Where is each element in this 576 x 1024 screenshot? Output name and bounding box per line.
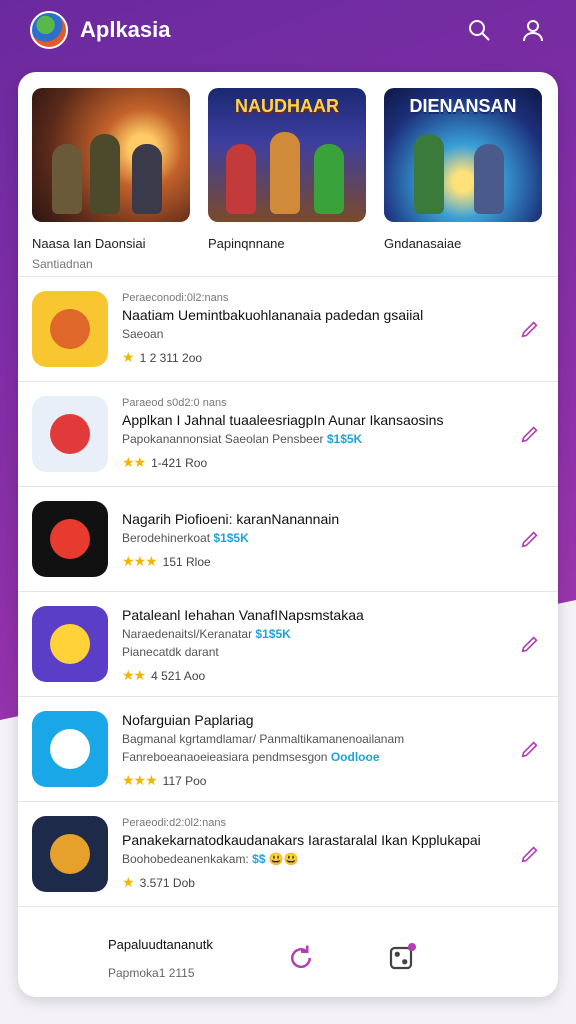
app-price: $1$5K [213, 531, 249, 545]
star-icon: ★★★ [122, 553, 158, 569]
app-title: Applkan I Jahnal tuaaleesriagpIn Aunar I… [122, 412, 444, 428]
featured-banner: NAUDHAAR [235, 96, 339, 116]
app-desc: Berodehinerkoat $1$5K [122, 531, 249, 545]
bottom-bar: Papaluudtananutk Papmoka1 2115 [18, 919, 558, 997]
top-bar: Aplkasia [0, 0, 576, 60]
app-rating: ★★★ 117 Poo [122, 772, 207, 788]
app-desc: Boohobedeanenkakam: $$ 😃😃 [122, 852, 299, 866]
app-list-item[interactable]: Pataleanl Iehahan VanafINapsmstakaa Nara… [18, 592, 558, 697]
user-icon[interactable] [520, 17, 546, 43]
featured-banner: DIENANSAN [409, 96, 517, 116]
edit-icon[interactable] [516, 525, 544, 553]
app-rating: ★ 1 2 311 2oo [122, 349, 203, 365]
app-desc: Naraedenaitsl/Keranatar $1$5K [122, 627, 291, 641]
featured-item[interactable]: Naasa Ian Daonsiai Santiadnan [32, 88, 190, 276]
app-rating: ★★ 1-421 Roo [122, 454, 208, 470]
edit-icon[interactable] [516, 315, 544, 343]
refresh-icon[interactable] [286, 943, 316, 973]
app-title: Panakekarnatodkaudanakars Iarastaralal I… [122, 832, 481, 848]
app-desc-secondary: Pianecatdk darant [122, 645, 219, 659]
star-icon: ★ [122, 874, 135, 890]
app-rating: ★ 3.571 Dob [122, 874, 195, 890]
app-meta: Peraeconodi:0l2:nans [122, 292, 229, 304]
featured-item[interactable]: DIENANSAN Gndanasaiae [384, 88, 542, 276]
app-price: $1$5K [255, 627, 291, 641]
bottom-title: Papaluudtananutk [108, 936, 213, 952]
app-rating: ★★★ 151 Rloe [122, 553, 211, 569]
main-card: Naasa Ian Daonsiai Santiadnan NAUDHAAR P… [18, 72, 558, 997]
app-list-item[interactable]: Nagarih Piofioeni: karanNanannain Berode… [18, 487, 558, 592]
app-rating: ★★ 4 521 Aoo [122, 667, 206, 683]
featured-title: Papinqnnane [208, 236, 285, 251]
star-icon: ★★ [122, 667, 146, 683]
app-meta: Paraeod s0d2:0 nans [122, 397, 227, 409]
bottom-subtitle: Papmoka1 2115 [108, 965, 195, 980]
search-icon[interactable] [466, 17, 492, 43]
app-icon [32, 291, 108, 367]
app-price: $1$5K [326, 432, 363, 446]
dice-icon[interactable] [386, 943, 416, 973]
app-icon [32, 501, 108, 577]
edit-icon[interactable] [516, 420, 544, 448]
featured-title: Naasa Ian Daonsiai [32, 236, 146, 251]
featured-image: NAUDHAAR [208, 88, 366, 222]
featured-subtitle: Santiadnan [32, 257, 93, 271]
app-title: Pataleanl Iehahan VanafINapsmstakaa [122, 607, 364, 623]
app-list-item[interactable]: Peraeconodi:0l2:nans Naatiam Uemintbakuo… [18, 277, 558, 382]
app-icon [32, 606, 108, 682]
featured-item[interactable]: NAUDHAAR Papinqnnane [208, 88, 366, 276]
star-icon: ★ [122, 349, 135, 365]
app-title: Naatiam Uemintbakuohlananaia padedan gsa… [122, 307, 424, 323]
app-desc: Saeoan [122, 327, 164, 341]
app-list-item[interactable]: Peraeodi:d2:0l2:nans Panakekarnatodkauda… [18, 802, 558, 907]
notification-dot [408, 943, 416, 951]
app-icon [32, 396, 108, 472]
app-desc-secondary: Fanreboeanaoeieasiara pendmsesgon Oodloo… [122, 750, 380, 764]
app-icon [32, 711, 108, 787]
featured-title: Gndanasaiae [384, 236, 462, 251]
app-price: Oodlooe [330, 750, 380, 764]
app-title: Nagarih Piofioeni: karanNanannain [122, 511, 340, 527]
app-title: Nofarguian Paplariag [122, 712, 254, 728]
app-title: Aplkasia [80, 17, 171, 42]
edit-icon[interactable] [516, 735, 544, 763]
app-list-item[interactable]: Paraeod s0d2:0 nans Applkan I Jahnal tua… [18, 382, 558, 487]
edit-icon[interactable] [516, 630, 544, 658]
featured-image: DIENANSAN [384, 88, 542, 222]
app-meta: Peraeodi:d2:0l2:nans [122, 817, 226, 829]
featured-image [32, 88, 190, 222]
app-desc: Bagmanal kgrtamdlamar/ Panmaltikamanenoa… [122, 732, 405, 746]
edit-icon[interactable] [516, 840, 544, 868]
featured-carousel: Naasa Ian Daonsiai Santiadnan NAUDHAAR P… [18, 72, 558, 277]
star-icon: ★★★ [122, 772, 158, 788]
app-logo [30, 11, 68, 49]
app-price: $$ 😃😃 [252, 852, 299, 866]
app-list-item[interactable]: Nofarguian Paplariag Bagmanal kgrtamdlam… [18, 697, 558, 802]
app-desc: Papokanannonsiat Saeolan Pensbeer $1$5K [122, 432, 363, 446]
star-icon: ★★ [122, 454, 146, 470]
app-icon [32, 816, 108, 892]
